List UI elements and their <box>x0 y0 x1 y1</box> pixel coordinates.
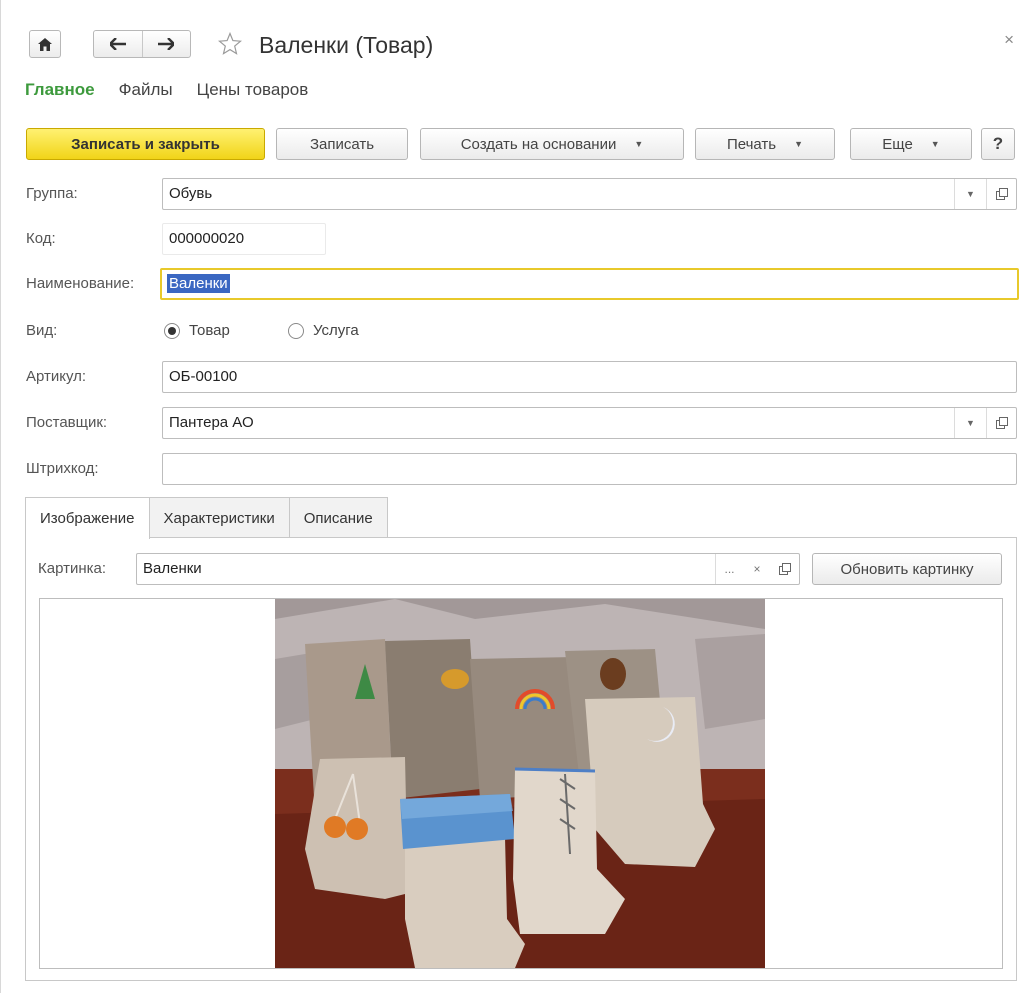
create-based-on-button[interactable]: Создать на основании ▼ <box>420 128 684 160</box>
forward-button[interactable] <box>141 31 190 57</box>
name-value: Валенки <box>167 274 230 293</box>
tab-description[interactable]: Описание <box>288 497 388 538</box>
home-icon <box>38 37 52 51</box>
picture-field[interactable]: Валенки ... × <box>136 553 800 585</box>
back-button[interactable] <box>94 31 142 57</box>
name-field[interactable]: Валенки <box>160 268 1019 300</box>
picture-value: Валенки <box>143 560 202 577</box>
section-tabs: Главное Файлы Цены товаров <box>25 80 332 100</box>
item-form-window: Валенки (Товар) × Главное Файлы Цены тов… <box>0 0 1028 993</box>
open-form-icon <box>995 188 1008 200</box>
article-label: Артикул: <box>26 368 87 385</box>
open-form-icon <box>779 563 791 575</box>
window-title: Валенки (Товар) <box>259 32 434 58</box>
group-label: Группа: <box>26 185 78 202</box>
refresh-picture-button[interactable]: Обновить картинку <box>812 553 1002 585</box>
picture-clear-button[interactable]: × <box>743 554 771 584</box>
chevron-down-icon: ▼ <box>634 139 644 149</box>
product-photo <box>275 599 765 968</box>
favorite-button[interactable] <box>216 30 244 58</box>
code-field[interactable]: 000000020 <box>162 223 326 255</box>
group-field[interactable]: Обувь ▼ <box>162 178 1017 210</box>
chevron-down-icon: ▼ <box>930 139 940 149</box>
more-button[interactable]: Еще ▼ <box>850 128 972 160</box>
open-form-icon <box>995 417 1008 429</box>
arrow-left-icon <box>109 38 126 50</box>
chevron-down-icon: ▼ <box>794 139 804 149</box>
group-value: Обувь <box>169 185 213 202</box>
barcode-row: Штрихкод: <box>1 453 1028 485</box>
home-button[interactable] <box>29 30 61 58</box>
create-based-on-label: Создать на основании <box>460 135 617 153</box>
group-open-button[interactable] <box>986 179 1016 209</box>
more-label: Еще <box>882 135 913 153</box>
name-row: Наименование: Валенки <box>1 268 1028 300</box>
picture-label: Картинка: <box>38 560 107 577</box>
refresh-picture-label: Обновить картинку <box>840 560 974 578</box>
group-dropdown-button[interactable]: ▼ <box>954 179 986 209</box>
save-button[interactable]: Записать <box>276 128 408 160</box>
kind-radio-goods[interactable] <box>164 323 180 339</box>
tab-files[interactable]: Файлы <box>119 80 173 100</box>
supplier-open-button[interactable] <box>986 408 1016 438</box>
article-row: Артикул: ОБ-00100 <box>1 361 1028 393</box>
article-field[interactable]: ОБ-00100 <box>162 361 1017 393</box>
tab-image[interactable]: Изображение <box>25 497 150 539</box>
code-row: Код: 000000020 <box>1 223 1028 255</box>
star-icon <box>218 32 242 55</box>
supplier-row: Поставщик: Пантера АО ▼ <box>1 407 1028 439</box>
kind-row: Вид: Товар Услуга <box>1 315 1028 347</box>
felt-boots-image <box>275 599 765 968</box>
tab-characteristics[interactable]: Характеристики <box>148 497 290 538</box>
command-bar: Записать и закрыть Записать Создать на о… <box>1 128 1028 160</box>
detail-tabs: Изображение Характеристики Описание <box>25 497 388 539</box>
kind-label: Вид: <box>26 322 58 339</box>
help-button[interactable]: ? <box>981 128 1015 160</box>
picture-open-button[interactable] <box>771 554 799 584</box>
supplier-dropdown-button[interactable]: ▼ <box>954 408 986 438</box>
history-navigation <box>93 30 191 58</box>
close-button[interactable]: × <box>1004 30 1014 50</box>
save-label: Записать <box>309 135 375 153</box>
chevron-down-icon: ▼ <box>966 418 975 428</box>
tab-main[interactable]: Главное <box>25 80 95 100</box>
barcode-label: Штрихкод: <box>26 460 99 477</box>
picture-choose-button[interactable]: ... <box>715 554 743 584</box>
print-button[interactable]: Печать ▼ <box>695 128 835 160</box>
supplier-field[interactable]: Пантера АО ▼ <box>162 407 1017 439</box>
name-label: Наименование: <box>26 275 135 292</box>
supplier-label: Поставщик: <box>26 414 108 431</box>
picture-viewer <box>39 598 1003 969</box>
arrow-right-icon <box>158 38 175 50</box>
tab-prices[interactable]: Цены товаров <box>197 80 309 100</box>
print-label: Печать <box>726 135 777 153</box>
save-and-close-button[interactable]: Записать и закрыть <box>26 128 265 160</box>
group-row: Группа: Обувь ▼ <box>1 178 1028 210</box>
supplier-value: Пантера АО <box>169 414 254 431</box>
kind-option-service-label[interactable]: Услуга <box>313 315 359 347</box>
kind-option-goods-label[interactable]: Товар <box>189 315 230 347</box>
code-label: Код: <box>26 230 56 247</box>
image-tab-panel: Картинка: Валенки ... × Обновить картинк… <box>25 537 1017 981</box>
chevron-down-icon: ▼ <box>966 189 975 199</box>
save-and-close-label: Записать и закрыть <box>71 135 220 153</box>
kind-radio-service[interactable] <box>288 323 304 339</box>
barcode-field[interactable] <box>162 453 1017 485</box>
